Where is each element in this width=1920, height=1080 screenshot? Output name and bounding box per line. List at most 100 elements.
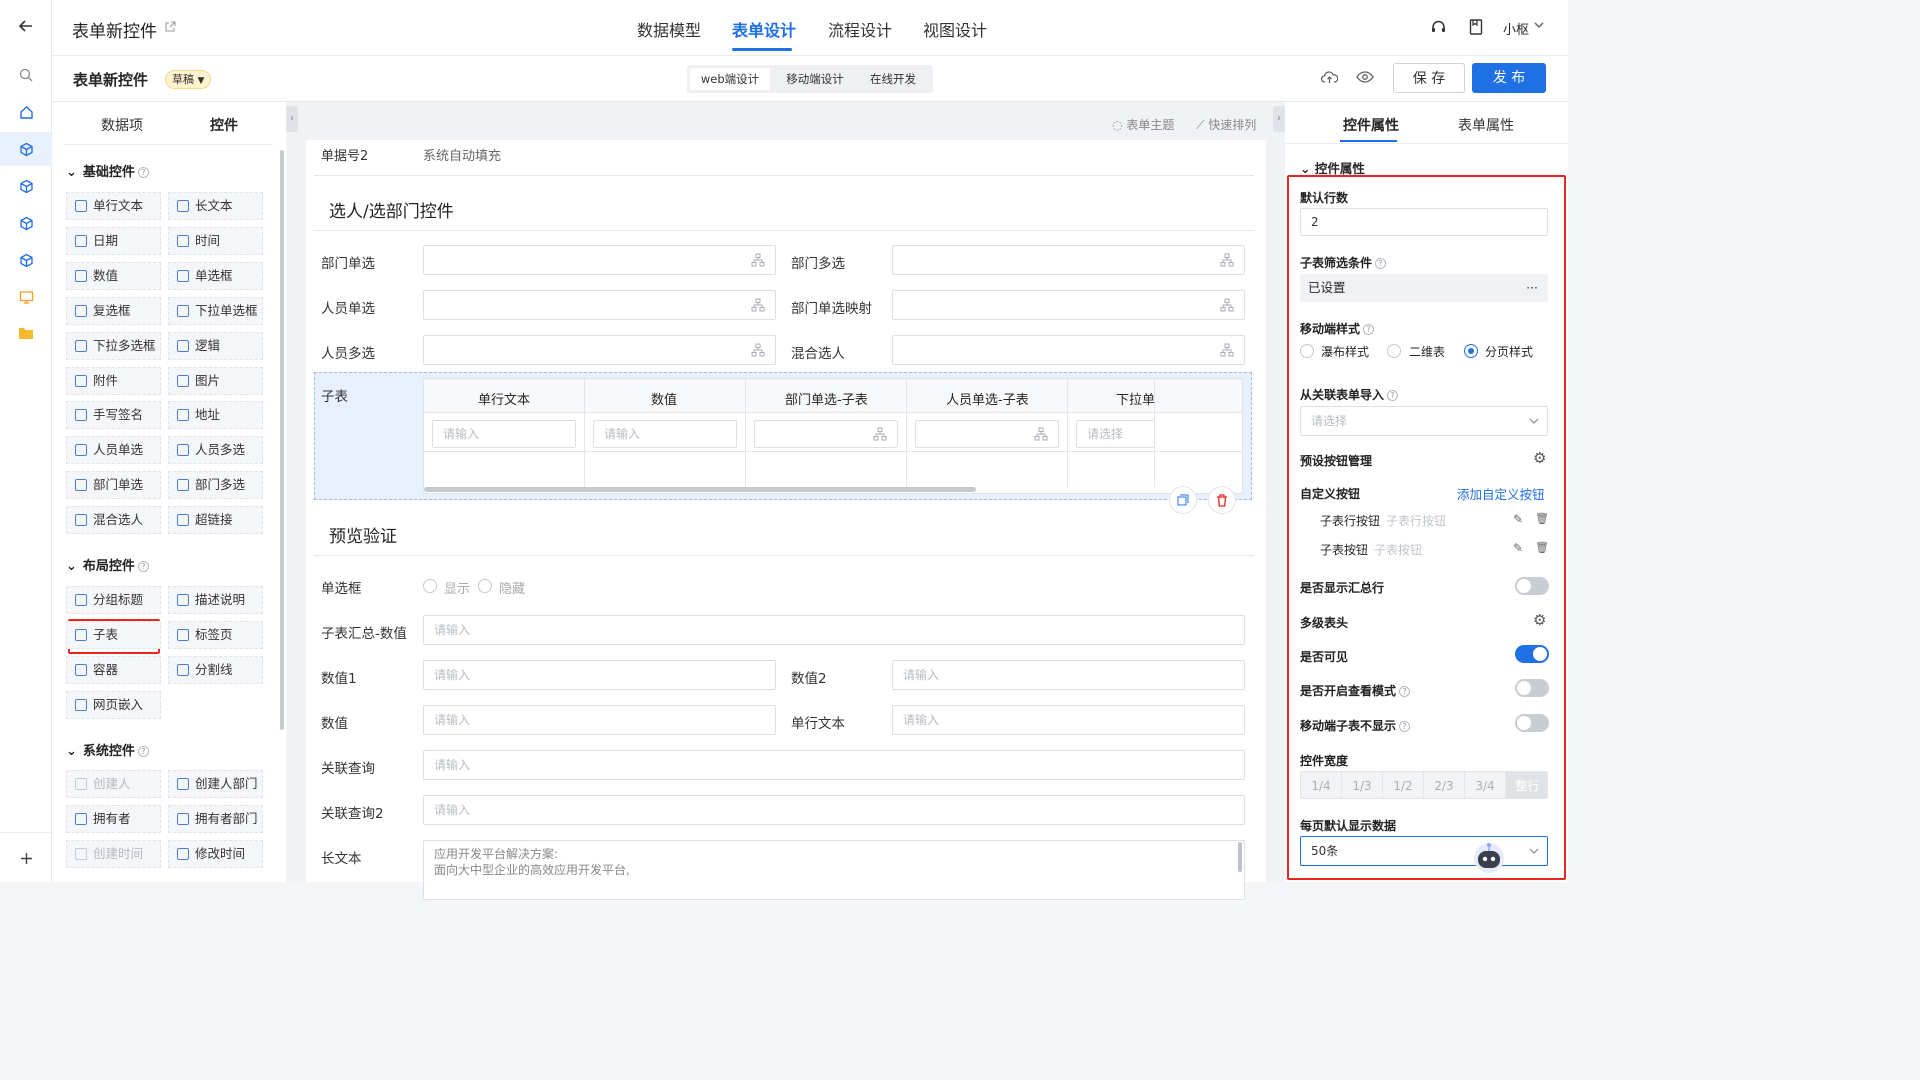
- assistant-robot-icon[interactable]: [1471, 839, 1507, 875]
- gear-icon[interactable]: ⚙: [1533, 611, 1546, 629]
- cell-dept-picker[interactable]: [754, 420, 898, 448]
- tab-widgets[interactable]: 控件: [210, 115, 238, 135]
- cloud-upload-icon[interactable]: [1321, 70, 1338, 84]
- collapse-right-icon[interactable]: ›: [1273, 106, 1285, 132]
- search-icon[interactable]: [17, 66, 35, 84]
- user-multi-input[interactable]: [423, 335, 776, 365]
- lookup-input[interactable]: 请输入: [423, 750, 1245, 780]
- theme-button[interactable]: ◌ 表单主题: [1112, 116, 1174, 133]
- gear-icon[interactable]: ⚙: [1533, 449, 1546, 467]
- number-input[interactable]: 请输入: [423, 705, 776, 735]
- widget-item[interactable]: 创建人部门: [168, 770, 263, 798]
- tab-widget-props[interactable]: 控件属性: [1343, 115, 1399, 135]
- cube-icon[interactable]: [17, 177, 35, 195]
- widget-item[interactable]: 单行文本: [66, 192, 161, 220]
- widget-item[interactable]: 复选框: [66, 296, 161, 325]
- cube-icon[interactable]: [17, 251, 35, 269]
- user-name[interactable]: 小枢: [1503, 19, 1529, 38]
- dept-multi-input[interactable]: [892, 245, 1245, 275]
- user-single-input[interactable]: [423, 290, 776, 320]
- radio-hide[interactable]: [478, 579, 492, 593]
- text-input[interactable]: 请输入: [892, 705, 1245, 735]
- basic-section-header[interactable]: ⌄ 基础控件?: [66, 161, 149, 180]
- widget-item[interactable]: 容器: [66, 656, 161, 684]
- cube-icon[interactable]: [17, 140, 35, 158]
- radio-waterfall[interactable]: [1300, 344, 1314, 358]
- widget-item[interactable]: 网页嵌入: [66, 691, 161, 719]
- widget-item[interactable]: 附件: [66, 366, 161, 395]
- system-section-header[interactable]: ⌄ 系统控件?: [66, 740, 149, 759]
- status-badge[interactable]: 草稿 ▼: [165, 70, 212, 89]
- widget-item[interactable]: 下拉多选框: [66, 331, 161, 360]
- widget-item[interactable]: 拥有者: [66, 805, 161, 833]
- collapse-left-icon[interactable]: ‹: [286, 106, 298, 132]
- textarea-scrollbar[interactable]: [1238, 842, 1242, 872]
- view-mode-toggle[interactable]: [1515, 679, 1549, 697]
- widget-item[interactable]: 逻辑: [168, 331, 263, 360]
- widget-item[interactable]: 超链接: [168, 506, 263, 535]
- filter-field[interactable]: 已设置 ···: [1300, 274, 1548, 302]
- radio-show[interactable]: [423, 579, 437, 593]
- mode-online-dev[interactable]: 在线开发: [857, 68, 929, 90]
- cell-input[interactable]: 请输入: [432, 420, 576, 448]
- widget-item[interactable]: 时间: [168, 226, 263, 255]
- quick-arrange-button[interactable]: ⟋ 快速排列: [1196, 116, 1256, 133]
- widget-item[interactable]: 长文本: [168, 192, 263, 220]
- delete-button[interactable]: [1208, 486, 1236, 514]
- tab-flow-design[interactable]: 流程设计: [828, 17, 892, 41]
- mode-mobile[interactable]: 移动端设计: [773, 68, 857, 90]
- copy-button[interactable]: [1169, 486, 1197, 514]
- visible-toggle[interactable]: [1515, 645, 1549, 663]
- width-option[interactable]: 2/3: [1424, 772, 1465, 798]
- chevron-down-icon[interactable]: [1534, 22, 1544, 29]
- edit-icon[interactable]: ✎: [1513, 541, 1523, 555]
- dept-map-input[interactable]: [892, 290, 1245, 320]
- cube-icon[interactable]: [17, 214, 35, 232]
- widget-item[interactable]: 混合选人: [66, 506, 161, 535]
- widget-item[interactable]: 标签页: [168, 621, 263, 649]
- mobile-hide-toggle[interactable]: [1515, 714, 1549, 732]
- widget-item[interactable]: 人员多选: [168, 436, 263, 465]
- save-button[interactable]: 保 存: [1393, 63, 1465, 93]
- widget-item[interactable]: 部门单选: [66, 471, 161, 500]
- default-rows-input[interactable]: 2: [1300, 208, 1548, 236]
- widget-item[interactable]: 人员单选: [66, 436, 161, 465]
- folder-icon[interactable]: [17, 324, 35, 342]
- cell-user-picker[interactable]: [915, 420, 1059, 448]
- panel-scrollbar[interactable]: [280, 150, 284, 730]
- radio-paged[interactable]: [1464, 344, 1478, 358]
- widget-item[interactable]: 数值: [66, 261, 161, 290]
- widget-item[interactable]: 部门多选: [168, 471, 263, 500]
- tab-data-model[interactable]: 数据模型: [637, 17, 701, 41]
- widget-item[interactable]: 分割线: [168, 656, 263, 684]
- mixed-pick-input[interactable]: [892, 335, 1245, 365]
- tab-data-items[interactable]: 数据项: [101, 115, 143, 135]
- subtable-h-scrollbar[interactable]: [424, 487, 976, 492]
- cell-input[interactable]: 请输入: [593, 420, 737, 448]
- number1-input[interactable]: 请输入: [423, 660, 776, 690]
- document-icon[interactable]: [1469, 19, 1483, 35]
- widget-item[interactable]: 创建人: [66, 770, 161, 798]
- screen-icon[interactable]: [17, 288, 35, 306]
- import-select[interactable]: 请选择: [1300, 406, 1548, 436]
- tab-form-design[interactable]: 表单设计: [732, 17, 796, 41]
- plus-icon[interactable]: [17, 849, 35, 867]
- mode-web[interactable]: web端设计: [690, 68, 770, 90]
- widget-item[interactable]: 分组标题: [66, 586, 161, 614]
- trash-icon[interactable]: 🗑: [1535, 512, 1549, 525]
- cell-select[interactable]: 请选择: [1076, 420, 1154, 448]
- longtext-area[interactable]: 应用开发平台解决方案: 面向大中型企业的高效应用开发平台,: [423, 840, 1245, 900]
- layout-section-header[interactable]: ⌄ 布局控件?: [66, 555, 149, 574]
- widget-item[interactable]: 图片: [168, 366, 263, 395]
- lookup2-input[interactable]: 请输入: [423, 795, 1245, 825]
- dept-single-input[interactable]: [423, 245, 776, 275]
- widget-item[interactable]: 拥有者部门: [168, 805, 263, 833]
- radio-table[interactable]: [1387, 344, 1401, 358]
- width-option[interactable]: 3/4: [1465, 772, 1506, 798]
- support-icon[interactable]: [1430, 19, 1447, 36]
- edit-icon[interactable]: ✎: [1513, 512, 1523, 526]
- add-custom-button[interactable]: 添加自定义按钮: [1457, 484, 1545, 503]
- widget-item[interactable]: 下拉单选框: [168, 296, 263, 325]
- tab-view-design[interactable]: 视图设计: [923, 17, 987, 41]
- more-icon[interactable]: ···: [1526, 274, 1538, 302]
